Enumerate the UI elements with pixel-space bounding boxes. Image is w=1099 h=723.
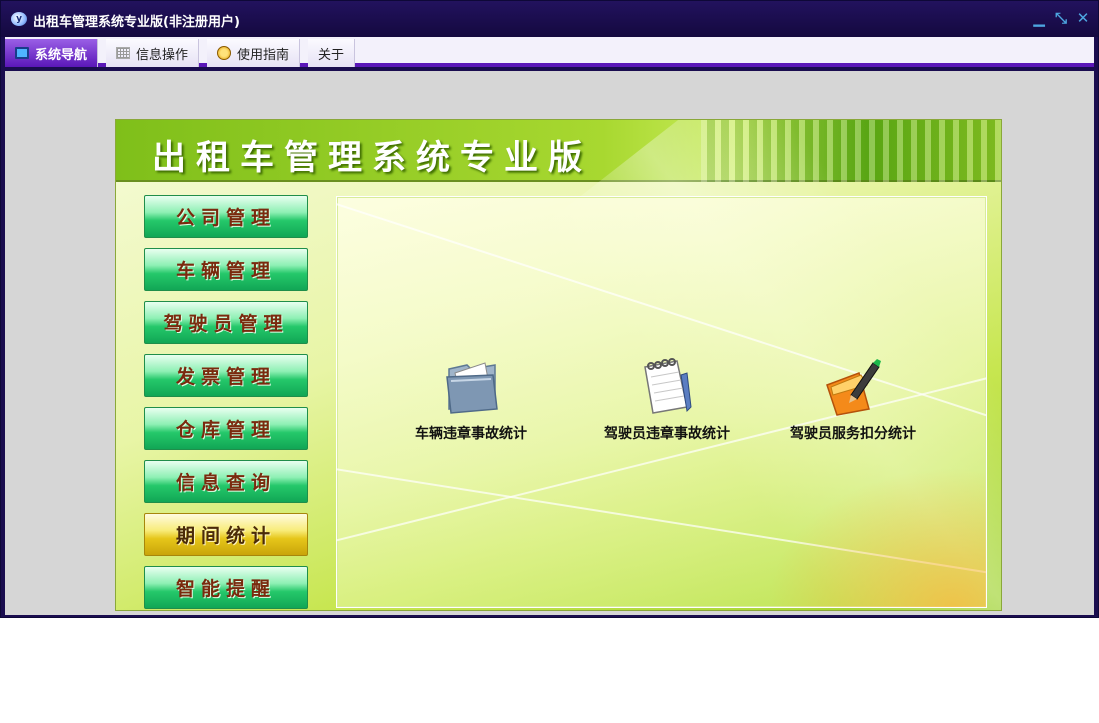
main-panel: 出租车管理系统专业版 公司管理 车辆管理 驾驶员管理 发票管理 仓库管理 信息查… <box>115 119 1002 611</box>
content-area: 车辆违章事故统计 驾驶员违章事故统计 驾驶员服务扣分统计 <box>336 196 987 608</box>
item-label: 驾驶员违章事故统计 <box>604 426 730 442</box>
grid-icon <box>116 47 130 59</box>
guide-icon <box>217 46 231 60</box>
title-bar[interactable]: y 出租车管理系统专业版(非注册用户) ▁ ⤡ ✕ <box>1 1 1098 37</box>
close-icon[interactable]: ✕ <box>1076 10 1090 26</box>
item-label: 驾驶员服务扣分统计 <box>790 426 916 442</box>
sidebar-item-label: 发票管理 <box>175 366 276 388</box>
minimize-icon[interactable]: ▁ <box>1032 10 1046 26</box>
tab-label: 使用指南 <box>237 47 290 63</box>
tab-about[interactable]: 关于 <box>308 39 356 67</box>
tab-label: 信息操作 <box>136 47 189 63</box>
app-window: y 出租车管理系统专业版(非注册用户) ▁ ⤡ ✕ 系统导航 信息操作 使用指南… <box>0 0 1099 618</box>
restore-icon[interactable]: ⤡ <box>1054 10 1068 26</box>
driver-violation-statistics[interactable]: 驾驶员违章事故统计 <box>577 355 757 443</box>
vehicle-violation-statistics[interactable]: 车辆违章事故统计 <box>381 355 561 443</box>
sidebar-item-invoice-management[interactable]: 发票管理 <box>144 354 308 397</box>
sidebar-item-label: 驾驶员管理 <box>163 313 289 335</box>
tab-info-operations[interactable]: 信息操作 <box>106 39 200 67</box>
panel-title: 出租车管理系统专业版 <box>152 138 592 178</box>
orange-folder-pen-icon <box>823 355 883 417</box>
item-label: 车辆违章事故统计 <box>415 426 527 442</box>
folder-document-icon <box>441 355 501 417</box>
sidebar-item-label: 信息查询 <box>175 472 276 494</box>
sidebar-item-info-query[interactable]: 信息查询 <box>144 460 308 503</box>
workspace: 出租车管理系统专业版 公司管理 车辆管理 驾驶员管理 发票管理 仓库管理 信息查… <box>5 71 1094 615</box>
tab-label: 系统导航 <box>35 47 88 63</box>
sidebar-item-smart-reminder[interactable]: 智能提醒 <box>144 566 308 609</box>
sidebar-item-period-statistics[interactable]: 期间统计 <box>144 513 308 556</box>
monitor-icon <box>15 47 29 59</box>
window-controls: ▁ ⤡ ✕ <box>1032 10 1090 26</box>
sidebar-item-label: 仓库管理 <box>175 419 276 441</box>
driver-service-deduction-statistics[interactable]: 驾驶员服务扣分统计 <box>763 355 943 443</box>
sidebar-item-label: 公司管理 <box>175 207 276 229</box>
sidebar-item-warehouse-management[interactable]: 仓库管理 <box>144 407 308 450</box>
panel-header: 出租车管理系统专业版 <box>116 120 1001 182</box>
sidebar-item-label: 智能提醒 <box>175 578 276 600</box>
sidebar-item-driver-management[interactable]: 驾驶员管理 <box>144 301 308 344</box>
app-logo-icon: y <box>11 12 27 26</box>
tab-label: 关于 <box>318 47 345 63</box>
sidebar-item-label: 期间统计 <box>175 525 276 547</box>
sidebar-item-company-management[interactable]: 公司管理 <box>144 195 308 238</box>
sidebar-item-label: 车辆管理 <box>175 260 276 282</box>
tab-system-navigation[interactable]: 系统导航 <box>5 39 99 67</box>
notepad-icon <box>637 355 697 417</box>
window-title: 出租车管理系统专业版(非注册用户) <box>33 15 240 30</box>
menu-bar: 系统导航 信息操作 使用指南 关于 <box>5 37 1094 67</box>
background-glow <box>766 467 986 607</box>
sidebar-item-vehicle-management[interactable]: 车辆管理 <box>144 248 308 291</box>
tab-user-guide[interactable]: 使用指南 <box>207 39 301 67</box>
